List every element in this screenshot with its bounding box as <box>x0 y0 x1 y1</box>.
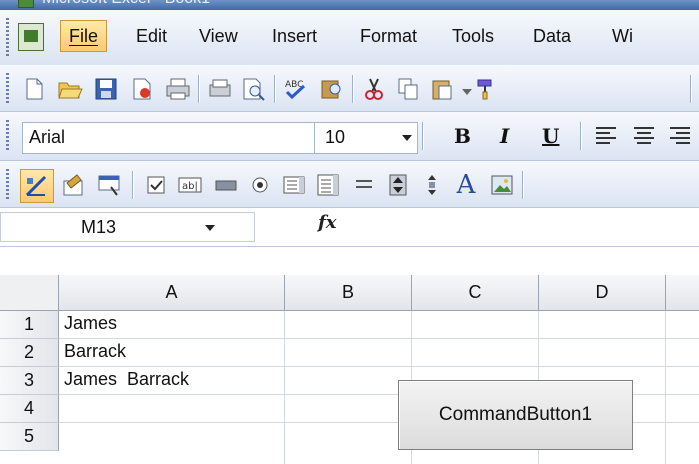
svg-text:ab|: ab| <box>182 181 198 192</box>
print-preview-icon[interactable] <box>206 75 234 103</box>
name-box-value: M13 <box>81 217 117 237</box>
select-all-corner[interactable] <box>0 275 59 311</box>
paste-icon[interactable] <box>428 75 456 103</box>
cell-value: James Barrack <box>64 369 190 389</box>
image-icon[interactable] <box>488 171 516 199</box>
cut-icon[interactable] <box>360 75 388 103</box>
cell-b3[interactable] <box>285 367 412 395</box>
font-name-select[interactable]: Arial <box>22 122 324 154</box>
spin-button-icon[interactable] <box>384 171 412 199</box>
textbox-icon[interactable]: ab| <box>176 171 204 199</box>
align-center-icon[interactable] <box>630 122 658 150</box>
menu-bar: File Edit View Insert Format Tools Data … <box>0 10 699 66</box>
print-icon[interactable] <box>164 75 192 103</box>
menu-data[interactable]: Data <box>533 20 571 52</box>
menu-format[interactable]: Format <box>360 20 417 52</box>
command-button-icon[interactable] <box>212 171 240 199</box>
menu-insert[interactable]: Insert <box>272 20 317 52</box>
cell-b5[interactable] <box>285 423 412 464</box>
checkbox-icon[interactable] <box>142 171 170 199</box>
design-mode-icon[interactable] <box>20 169 54 203</box>
row-header[interactable]: 1 <box>0 311 59 339</box>
italic-button[interactable]: I <box>500 122 509 150</box>
permission-icon[interactable] <box>128 75 156 103</box>
cell-c1[interactable] <box>412 311 539 339</box>
formatting-toolbar: Arial 10 B I U <box>0 112 699 161</box>
column-header-c[interactable]: C <box>412 275 539 311</box>
align-left-icon[interactable] <box>592 122 620 150</box>
cell-e2[interactable] <box>666 339 699 367</box>
formula-bar: M13 fx <box>0 208 699 247</box>
cell-b4[interactable] <box>285 395 412 423</box>
align-right-icon[interactable] <box>668 122 690 150</box>
format-painter-icon[interactable] <box>472 75 500 103</box>
cell-d2[interactable] <box>539 339 666 367</box>
underline-button[interactable]: U <box>542 122 559 150</box>
control-toolbox-toolbar: ab| A <box>0 161 699 208</box>
name-box-dropdown-icon[interactable] <box>205 225 215 231</box>
save-icon[interactable] <box>92 75 120 103</box>
option-button-icon[interactable] <box>246 171 274 199</box>
copy-icon[interactable] <box>394 75 422 103</box>
research-icon[interactable] <box>318 75 346 103</box>
title-bar: Microsoft Excel - Book1 <box>0 0 699 10</box>
standard-toolbar: ABC <box>0 65 699 112</box>
column-header-a[interactable]: A <box>59 275 285 311</box>
menu-view[interactable]: View <box>199 20 238 52</box>
menu-edit[interactable]: Edit <box>136 20 167 52</box>
cell-a3[interactable]: James Barrack <box>59 367 285 395</box>
font-name-value: Arial <box>29 127 66 147</box>
row-header[interactable]: 5 <box>0 423 59 451</box>
toolbar-grip[interactable] <box>6 169 9 199</box>
menu-file[interactable]: File <box>60 20 108 52</box>
toolbar-grip[interactable] <box>6 18 9 57</box>
cell-e3[interactable] <box>666 367 699 395</box>
cell-e4[interactable] <box>666 395 699 423</box>
font-size-dropdown-icon[interactable] <box>402 135 412 141</box>
cell-value: Barrack <box>64 341 127 361</box>
workbook-control-icon[interactable] <box>18 23 44 51</box>
scrollbar-icon[interactable] <box>418 171 446 199</box>
menu-window[interactable]: Wi <box>612 20 633 52</box>
window-title: Microsoft Excel - Book1 <box>42 0 210 8</box>
new-icon[interactable] <box>20 75 48 103</box>
toggle-button-icon[interactable] <box>350 171 378 199</box>
properties-icon[interactable] <box>60 171 88 199</box>
row-header[interactable]: 3 <box>0 367 59 395</box>
fx-icon[interactable]: fx <box>318 212 336 233</box>
cell-b1[interactable] <box>285 311 412 339</box>
excel-app-icon <box>18 0 34 8</box>
view-code-icon[interactable] <box>96 171 124 199</box>
label-icon[interactable]: A <box>452 170 480 200</box>
cell-a5[interactable] <box>59 423 285 464</box>
command-button-1[interactable]: CommandButton1 <box>398 380 633 450</box>
cell-value: James <box>64 313 118 333</box>
listbox-icon[interactable] <box>280 171 308 199</box>
cell-a4[interactable] <box>59 395 285 423</box>
column-header-d[interactable]: D <box>539 275 666 311</box>
cell-c2[interactable] <box>412 339 539 367</box>
bold-button[interactable]: B <box>454 122 471 150</box>
combobox-icon[interactable] <box>314 171 342 199</box>
row-header[interactable]: 2 <box>0 339 59 367</box>
print-preview2-icon[interactable] <box>240 75 268 103</box>
column-header-e[interactable] <box>666 275 699 311</box>
toolbar-grip[interactable] <box>6 73 9 103</box>
toolbar-grip[interactable] <box>6 120 9 152</box>
cell-e1[interactable] <box>666 311 699 339</box>
spelling-icon[interactable]: ABC <box>282 75 310 103</box>
cell-a1[interactable]: James <box>59 311 285 339</box>
row-header[interactable]: 4 <box>0 395 59 423</box>
name-box[interactable]: M13 <box>0 212 255 242</box>
cell-b2[interactable] <box>285 339 412 367</box>
column-header-b[interactable]: B <box>285 275 412 311</box>
cell-d1[interactable] <box>539 311 666 339</box>
open-icon[interactable] <box>56 75 84 103</box>
paste-options-arrow-icon[interactable] <box>462 89 472 95</box>
font-size-value: 10 <box>325 127 346 147</box>
cell-e5[interactable] <box>666 423 699 464</box>
cell-a2[interactable]: Barrack <box>59 339 285 367</box>
menu-tools[interactable]: Tools <box>452 20 494 52</box>
